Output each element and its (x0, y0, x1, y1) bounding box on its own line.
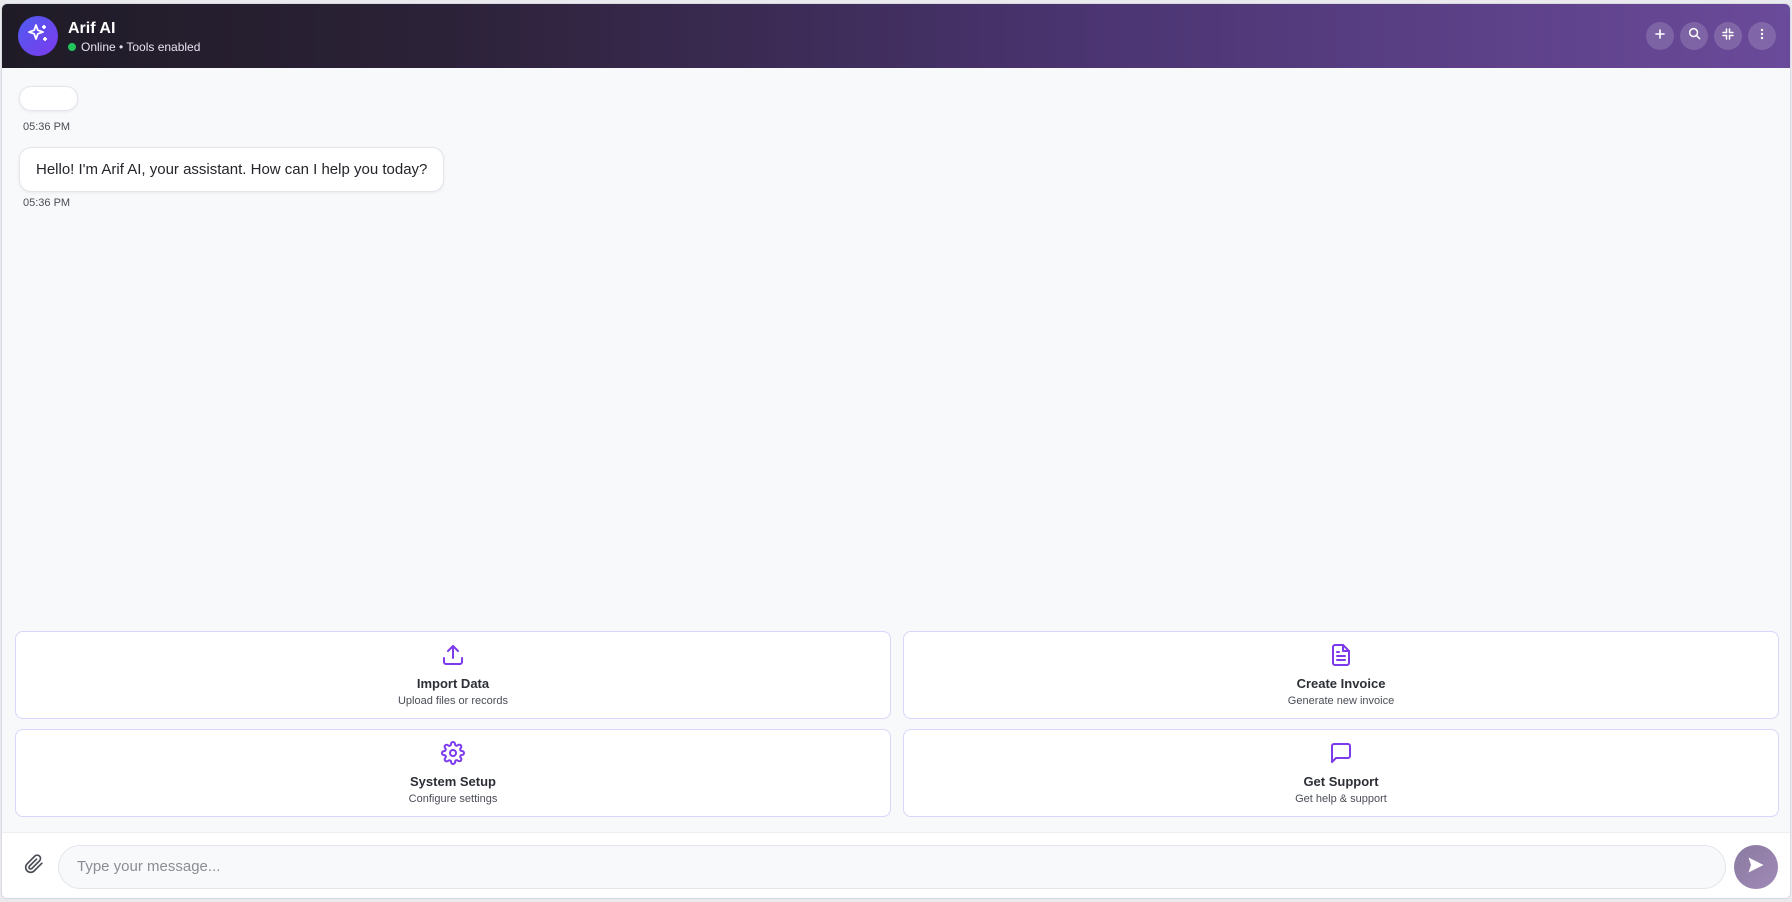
search-button[interactable] (1680, 22, 1708, 50)
plus-icon (1654, 27, 1666, 45)
collapse-icon (1722, 27, 1734, 45)
card-subtitle: Configure settings (408, 793, 498, 805)
message-bubble: Hello! I'm Arif AI, your assistant. How … (19, 147, 445, 192)
message-square-icon (1329, 741, 1353, 770)
message: Hello! I'm Arif AI, your assistant. How … (19, 147, 1773, 209)
app-title: Arif AI (68, 19, 116, 37)
search-icon (1688, 27, 1701, 45)
status-line: Online • Tools enabled (68, 40, 200, 54)
system-setup-card[interactable]: System Setup Configure settings (15, 729, 891, 817)
send-icon (1746, 855, 1766, 878)
message-time: 05:36 PM (23, 121, 71, 133)
menu-button[interactable] (1748, 22, 1776, 50)
new-chat-button[interactable] (1646, 22, 1674, 50)
card-subtitle: Get help & support (1295, 793, 1387, 805)
message-time: 05:36 PM (23, 197, 71, 209)
paperclip-icon (24, 854, 44, 879)
attach-button[interactable] (20, 853, 48, 881)
avatar (18, 16, 58, 56)
header-actions (1646, 22, 1776, 50)
file-text-icon (1329, 643, 1353, 672)
status-text: Online • Tools enabled (81, 39, 201, 54)
message-input[interactable] (58, 844, 1726, 889)
message-list: 05:36 PM Hello! I'm Arif AI, your assist… (2, 68, 1790, 633)
quick-actions: Import Data Upload files or records Crea… (15, 631, 1779, 817)
send-button[interactable] (1734, 844, 1778, 889)
card-title: Get Support (1303, 774, 1379, 789)
message-composer (2, 832, 1790, 898)
online-status-dot (68, 42, 76, 51)
card-title: Create Invoice (1296, 676, 1386, 691)
minimize-button[interactable] (1714, 22, 1742, 50)
sparkles-icon (26, 22, 50, 51)
card-title: System Setup (410, 774, 496, 789)
create-invoice-card[interactable]: Create Invoice Generate new invoice (903, 631, 1779, 719)
chat-header: Arif AI Online • Tools enabled (2, 4, 1790, 68)
more-vertical-icon (1756, 27, 1768, 45)
card-title: Import Data (416, 676, 490, 691)
upload-icon (441, 643, 465, 672)
card-subtitle: Upload files or records (397, 695, 509, 707)
import-data-card[interactable]: Import Data Upload files or records (15, 631, 891, 719)
card-subtitle: Generate new invoice (1287, 695, 1395, 707)
gear-icon (441, 741, 465, 770)
message: 05:36 PM (19, 86, 1773, 133)
chat-window: Arif AI Online • Tools enabled 05:36 PM … (1, 3, 1791, 899)
get-support-card[interactable]: Get Support Get help & support (903, 729, 1779, 817)
message-bubble (19, 86, 78, 111)
